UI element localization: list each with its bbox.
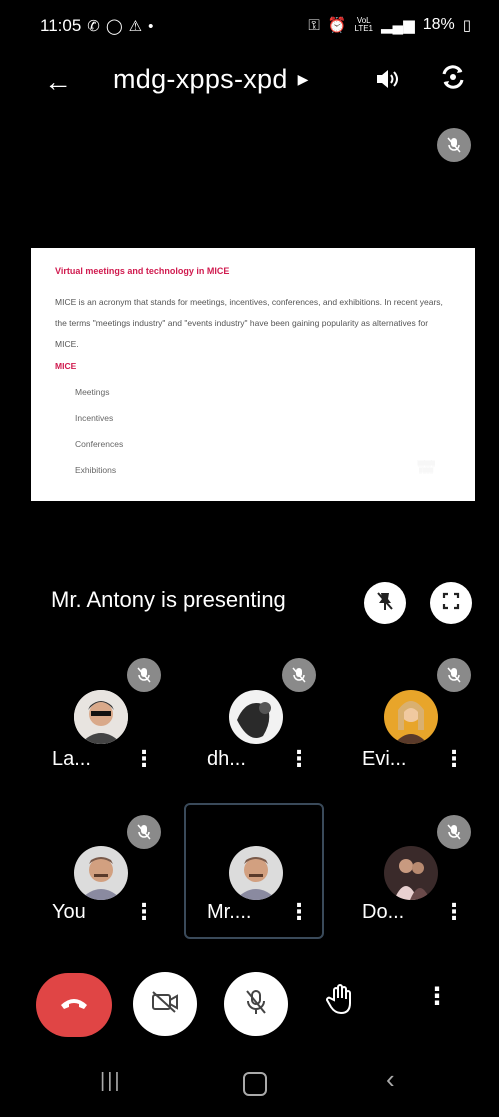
meeting-code: mdg-xpps-xpd	[113, 64, 288, 94]
participant-name: Evi...	[362, 748, 407, 770]
more-vertical-icon[interactable]: ⋮	[443, 746, 465, 772]
back-icon[interactable]: ←	[44, 66, 72, 98]
status-bar: 11:05 ✆ ◯ ⚠ • ⚿ ⏰ VoL LTE1 ▂▄▆ 18% ▯	[0, 0, 499, 50]
pin-off-icon	[374, 590, 396, 617]
slide-list-item: Exhibitions	[75, 465, 117, 475]
fullscreen-icon	[441, 591, 461, 616]
camera-toggle-button[interactable]	[133, 972, 197, 1036]
fullscreen-button[interactable]	[430, 582, 472, 624]
phone-hangup-icon	[59, 995, 89, 1016]
switch-camera-icon[interactable]	[438, 62, 468, 97]
alert-icon: ⚠	[128, 18, 143, 35]
presenting-label: Mr. Antony is presenting	[51, 587, 286, 612]
hand-icon	[326, 984, 356, 1020]
more-vertical-icon[interactable]: ⋮	[443, 899, 465, 925]
dot-icon: •	[148, 17, 154, 35]
participant-name: Do...	[362, 901, 405, 923]
participant-name: Mr....	[207, 901, 252, 923]
mic-off-icon	[127, 815, 161, 849]
alarm-icon: ⏰	[327, 17, 347, 34]
mic-off-icon	[437, 658, 471, 692]
avatar[interactable]	[384, 846, 438, 900]
slide-list-item: Meetings	[75, 387, 110, 397]
mic-off-icon	[437, 128, 471, 162]
participant-name: La...	[52, 748, 91, 770]
nav-back-icon[interactable]: ‹	[386, 1064, 395, 1095]
avatar[interactable]	[74, 846, 128, 900]
speaker-icon[interactable]	[374, 67, 400, 97]
status-left: 11:05 ✆ ◯ ⚠ •	[40, 16, 153, 36]
participant-name: dh...	[207, 748, 246, 770]
participant-name-self: You	[52, 901, 86, 923]
avatar[interactable]	[384, 690, 438, 744]
mic-off-icon	[243, 988, 269, 1021]
status-time: 11:05	[40, 16, 82, 35]
chevron-right-icon: ▶	[297, 71, 309, 87]
recent-apps-icon[interactable]: |||	[100, 1070, 122, 1093]
phone-icon: ✆	[87, 18, 100, 35]
end-call-button[interactable]	[36, 973, 112, 1037]
unpin-button[interactable]	[364, 582, 406, 624]
signal-icon: ▂▄▆	[381, 17, 415, 34]
more-vertical-icon[interactable]: ⋮	[288, 899, 310, 925]
slide-subtitle: MICE	[55, 361, 77, 371]
whatsapp-icon: ◯	[105, 18, 123, 35]
more-vertical-icon[interactable]: ⋮	[288, 746, 310, 772]
meeting-code-button[interactable]: mdg-xpps-xpd ▶	[113, 64, 309, 95]
more-vertical-icon: ⋮	[425, 983, 449, 1010]
more-options-button[interactable]: ⋮	[425, 982, 449, 1011]
slide-body: MICE is an acronym that stands for meeti…	[55, 297, 443, 349]
slide-list-item: Conferences	[75, 439, 124, 449]
mic-toggle-button[interactable]	[224, 972, 288, 1036]
avatar[interactable]	[229, 846, 283, 900]
avatar[interactable]	[229, 690, 283, 744]
mic-off-icon	[127, 658, 161, 692]
slide-list-item: Incentives	[75, 413, 114, 423]
more-vertical-icon[interactable]: ⋮	[133, 746, 155, 772]
more-vertical-icon[interactable]: ⋮	[133, 899, 155, 925]
battery-icon: ▯	[462, 17, 471, 34]
battery-percent: 18%	[422, 16, 455, 33]
mic-off-icon	[437, 815, 471, 849]
shared-slide: Virtual meetings and technology in MICE …	[31, 248, 475, 501]
video-off-icon	[150, 989, 180, 1020]
slide-watermark-logo: ░░░░░ ░░░░	[417, 461, 435, 474]
raise-hand-button[interactable]	[326, 984, 356, 1021]
mic-off-icon	[282, 658, 316, 692]
slide-title: Virtual meetings and technology in MICE	[55, 266, 230, 276]
slide-list: Meetings Incentives Conferences Exhibiti…	[55, 379, 453, 483]
key-icon: ⚿	[308, 16, 320, 34]
volte-indicator: VoL LTE1	[354, 16, 373, 33]
home-icon[interactable]	[243, 1072, 267, 1096]
avatar[interactable]	[74, 690, 128, 744]
status-right: ⚿ ⏰ VoL LTE1 ▂▄▆ 18% ▯	[308, 16, 471, 34]
